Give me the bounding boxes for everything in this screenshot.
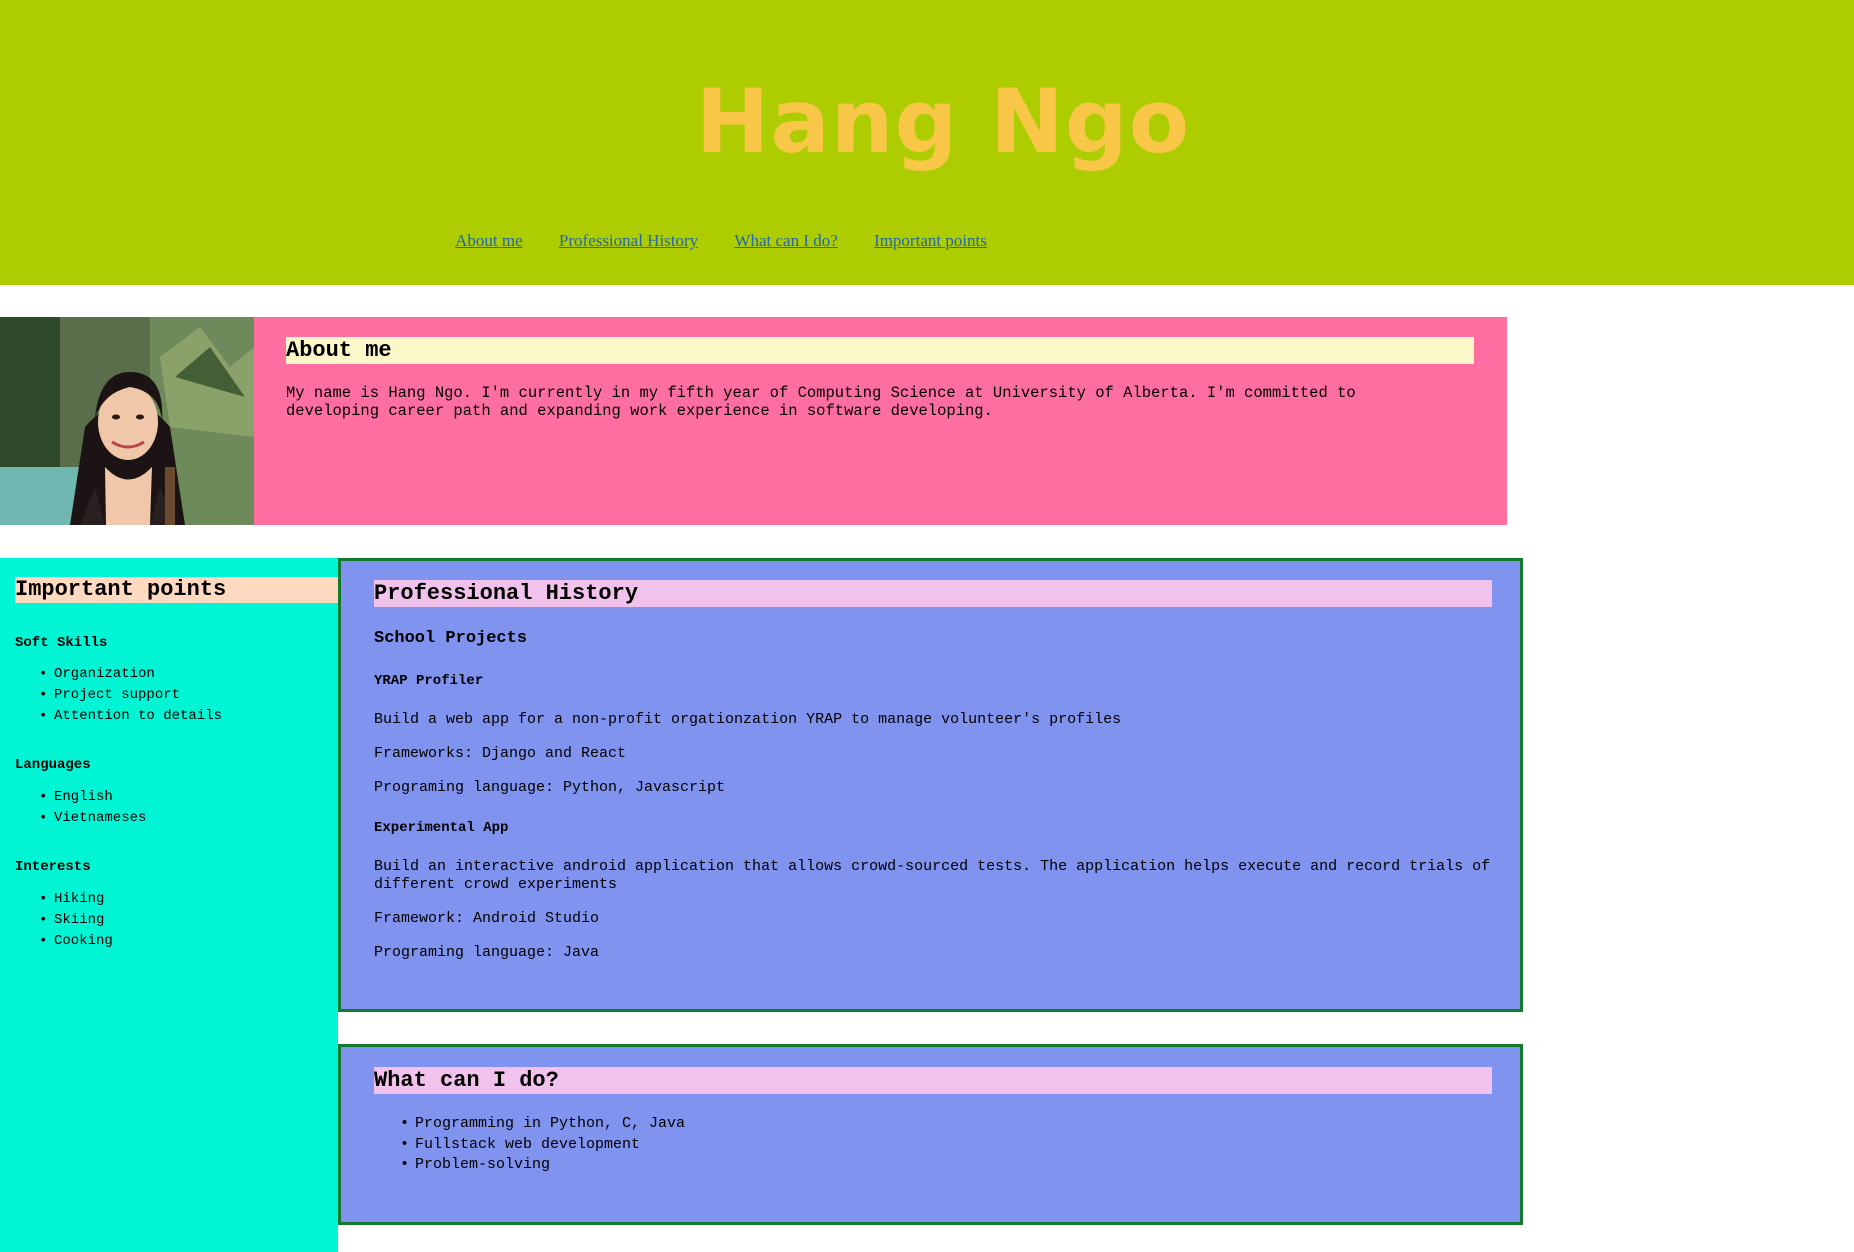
project-description: Build an interactive android application… [374, 858, 1491, 893]
list-item: Fullstack web development [401, 1135, 685, 1156]
list-item: Project support [40, 685, 222, 706]
project-language: Programing language: Python, Javascript [374, 779, 726, 796]
profile-photo [0, 317, 254, 525]
what-can-i-do-section: What can I do? Programming in Python, C,… [338, 1044, 1523, 1225]
project-frameworks: Frameworks: Django and React [374, 745, 627, 762]
languages-list: English Vietnameses [40, 787, 146, 829]
nav-link-about-me[interactable]: About me [455, 231, 523, 250]
site-header: Hang Ngo About me Professional History W… [0, 0, 1854, 285]
list-item: Organization [40, 664, 222, 685]
list-item: Problem-solving [401, 1155, 685, 1176]
professional-history-title: Professional History [374, 580, 1492, 607]
list-item: Skiing [40, 910, 113, 931]
soft-skills-list: Organization Project support Attention t… [40, 664, 222, 727]
main-nav: About me Professional History What can I… [0, 231, 1442, 251]
professional-history-section: Professional History School Projects YRA… [338, 558, 1523, 1012]
nav-link-professional-history[interactable]: Professional History [559, 231, 698, 250]
skills-list: Programming in Python, C, Java Fullstack… [401, 1114, 685, 1176]
what-can-i-do-title: What can I do? [374, 1067, 1492, 1094]
list-item: Cooking [40, 931, 113, 952]
list-item: Vietnameses [40, 808, 146, 829]
project-description: Build a web app for a non-profit orgatio… [374, 711, 1122, 728]
list-item: English [40, 787, 146, 808]
project-language: Programing language: Java [374, 944, 600, 961]
nav-link-what-can-i-do[interactable]: What can I do? [734, 231, 837, 250]
project-name: Experimental App [374, 820, 509, 836]
interests-list: Hiking Skiing Cooking [40, 889, 113, 952]
school-projects-heading: School Projects [374, 629, 528, 648]
list-item: Attention to details [40, 706, 222, 727]
nav-link-important-points[interactable]: Important points [874, 231, 987, 250]
list-item: Programming in Python, C, Java [401, 1114, 685, 1135]
site-title: Hang Ngo [695, 70, 1191, 173]
important-points-title: Important points [15, 577, 338, 603]
about-title: About me [286, 337, 1474, 364]
about-section: About me My name is Hang Ngo. I'm curren… [0, 317, 1507, 525]
about-text: My name is Hang Ngo. I'm currently in my… [286, 384, 1356, 420]
languages-heading: Languages [15, 757, 91, 773]
soft-skills-heading: Soft Skills [15, 635, 108, 651]
list-item: Hiking [40, 889, 113, 910]
important-points-section: Important points Soft Skills Organizatio… [0, 558, 338, 1252]
project-frameworks: Framework: Android Studio [374, 910, 600, 927]
interests-heading: Interests [15, 859, 91, 875]
project-name: YRAP Profiler [374, 673, 484, 689]
